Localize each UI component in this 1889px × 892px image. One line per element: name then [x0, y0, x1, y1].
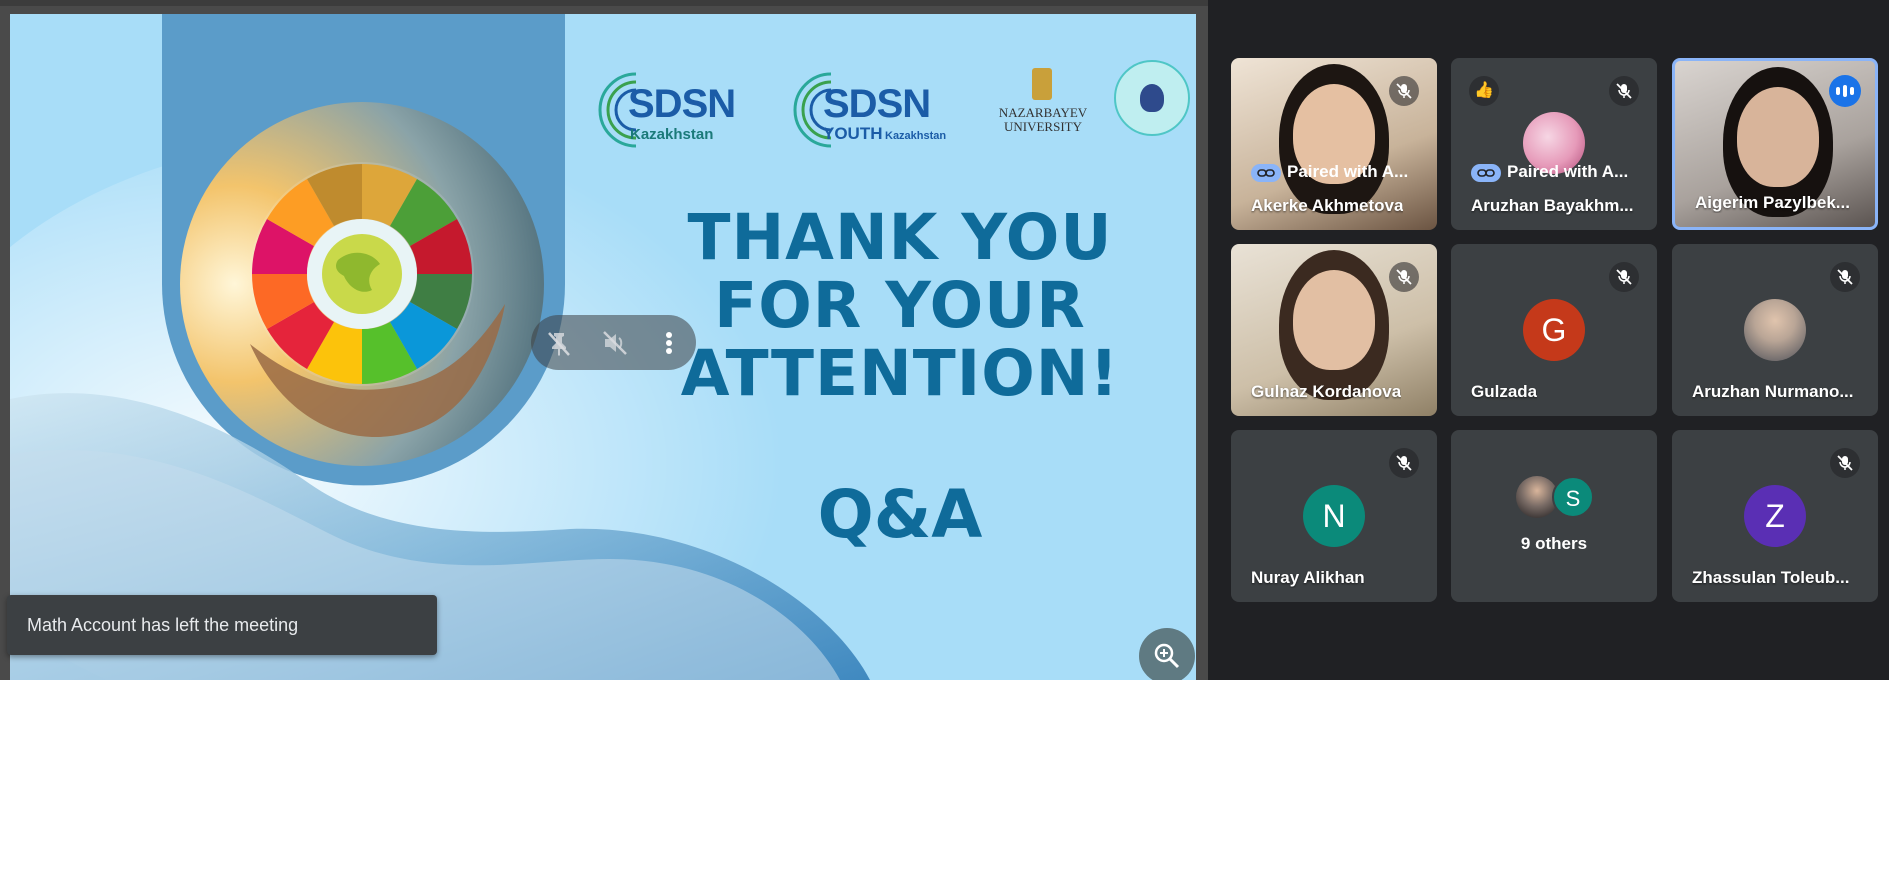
speaking-indicator-icon [1829, 75, 1861, 107]
mute-audio-button[interactable] [597, 325, 633, 361]
slide-title-line-3: ATTENTION! [680, 337, 1120, 410]
nu-emblem-icon [1032, 68, 1052, 100]
paired-device-label: Paired with A... [1251, 162, 1408, 184]
mic-off-icon [1389, 262, 1419, 292]
seal-emblem-icon [1140, 84, 1164, 112]
avatar [1744, 299, 1806, 361]
more-vert-icon [666, 332, 672, 354]
nu-logo-line2: UNIVERSITY [1004, 119, 1082, 134]
link-icon [1471, 163, 1501, 182]
participant-tile-aruzhan-bayakhm[interactable]: 👍 Aruzhan Bayakhm... Paired with A... [1451, 58, 1657, 230]
sdsn-kazakhstan-logo: SDSN Kazakhstan [598, 68, 758, 152]
participant-name: Gulzada [1471, 382, 1538, 401]
presentation-area[interactable]: SDSN Kazakhstan SDSN YOUTH Kazakhstan NA… [0, 0, 1208, 680]
thumbs-up-reaction-icon: 👍 [1469, 76, 1499, 106]
participant-name: Aruzhan Bayakhm... [1471, 196, 1634, 215]
mic-off-icon [1389, 448, 1419, 478]
participant-tile-aigerim-pazylbek[interactable]: Aigerim Pazylbek... [1672, 58, 1878, 230]
zoom-in-button[interactable] [1139, 628, 1195, 680]
volume-off-icon [603, 331, 627, 355]
participant-tile-aruzhan-nurmano[interactable]: Aruzhan Nurmano... [1672, 244, 1878, 416]
participant-name: Zhassulan Toleub... [1692, 568, 1850, 587]
participant-name: Aigerim Pazylbek... [1695, 193, 1850, 212]
mic-off-icon [1389, 76, 1419, 106]
more-options-button[interactable] [651, 325, 687, 361]
presentation-top-bar [0, 0, 1208, 6]
link-icon [1251, 163, 1281, 182]
participant-tile-zhassulan-toleub[interactable]: Z Zhassulan Toleub... [1672, 430, 1878, 602]
paired-text: Paired with A... [1287, 162, 1409, 181]
sdsn-youth-logo-country: Kazakhstan [885, 130, 947, 142]
sdsn-youth-logo-subtext: YOUTH [823, 124, 883, 143]
nazarbayev-university-logo: NAZARBAYEV UNIVERSITY [988, 68, 1098, 148]
participant-name: Gulnaz Kordanova [1251, 382, 1402, 401]
mic-off-icon [1609, 76, 1639, 106]
paired-device-label: Paired with A... [1471, 162, 1628, 184]
avatar: S [1552, 476, 1594, 518]
sdsn-kz-logo-text: SDSN [628, 82, 736, 126]
participant-video-face [1293, 270, 1375, 370]
zoom-in-icon [1154, 643, 1180, 669]
participant-tile-akerke-akhmetova[interactable]: Akerke Akhmetova Paired with A... [1231, 58, 1437, 230]
circular-seal-logo [1114, 60, 1190, 136]
toast-message: Math Account has left the meeting [27, 615, 299, 635]
sdsn-youth-logo: SDSN YOUTH Kazakhstan [793, 68, 953, 152]
pin-off-icon [548, 332, 570, 356]
unpin-button[interactable] [541, 325, 577, 361]
avatar: Z [1744, 485, 1806, 547]
avatar: G [1523, 299, 1585, 361]
participant-tile-gulnaz-kordanova[interactable]: Gulnaz Kordanova [1231, 244, 1437, 416]
participant-video-face [1737, 87, 1819, 187]
avatar: N [1303, 485, 1365, 547]
slide-title-line-2: FOR YOUR [714, 269, 1086, 342]
notification-toast: Math Account has left the meeting [7, 595, 437, 655]
sdsn-youth-logo-text: SDSN [823, 82, 931, 126]
participant-name: Aruzhan Nurmano... [1692, 382, 1854, 401]
participant-tile-9-others[interactable]: S 9 others [1451, 430, 1657, 602]
mic-off-icon [1609, 262, 1639, 292]
paired-text: Paired with A... [1507, 162, 1629, 181]
slide-title-line-1: THANK YOU [687, 201, 1113, 274]
slide-qa-heading: Q&A [817, 476, 983, 553]
nu-logo-line1: NAZARBAYEV [998, 105, 1088, 120]
participant-tile-gulzada[interactable]: G Gulzada [1451, 244, 1657, 416]
mic-off-icon [1830, 448, 1860, 478]
participant-tile-nuray-alikhan[interactable]: N Nuray Alikhan [1231, 430, 1437, 602]
presentation-slide: SDSN Kazakhstan SDSN YOUTH Kazakhstan NA… [10, 14, 1196, 680]
presentation-hover-controls [531, 315, 696, 370]
sdsn-kz-logo-subtext: Kazakhstan [630, 126, 714, 143]
meet-window: SDSN Kazakhstan SDSN YOUTH Kazakhstan NA… [0, 0, 1889, 680]
participant-name: Nuray Alikhan [1251, 568, 1365, 587]
others-count-label: 9 others [1520, 534, 1588, 553]
mic-off-icon [1830, 262, 1860, 292]
participant-name: Akerke Akhmetova [1251, 196, 1404, 215]
